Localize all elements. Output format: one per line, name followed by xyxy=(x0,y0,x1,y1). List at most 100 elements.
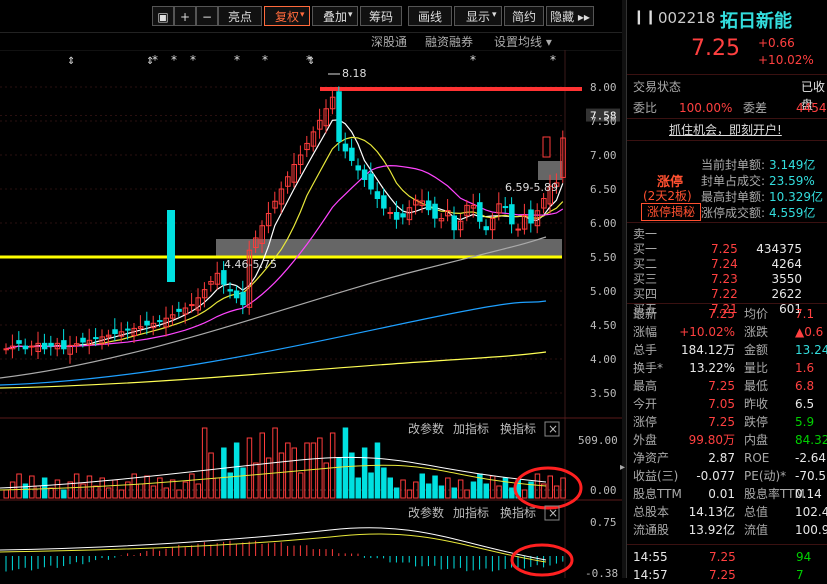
tick-time: 14:57 xyxy=(633,568,668,582)
candle xyxy=(425,200,432,211)
price-tick: 7.00 xyxy=(590,149,617,162)
stat-label: 净资产 xyxy=(633,451,670,465)
stat-value: 7.25 xyxy=(708,379,735,393)
volume-bar xyxy=(336,457,342,499)
trade-status-label: 交易状态 xyxy=(633,80,682,94)
macd-switch-indicator[interactable]: 换指标 xyxy=(500,505,536,520)
seal-label: 最高封单额: xyxy=(701,190,766,204)
stat-value: 2.87 xyxy=(708,451,735,465)
last-price: 7.25 xyxy=(691,36,740,61)
stat-value: 13.92亿 xyxy=(688,523,735,537)
seal-label: 当前封单额: xyxy=(701,158,766,172)
low-annotation: 4.46-5.75 xyxy=(224,258,277,271)
candle xyxy=(368,173,374,190)
link-ma-settings[interactable]: 设置均线 ▾ xyxy=(494,33,552,50)
volume-bar xyxy=(342,427,349,499)
volume-bar xyxy=(496,485,502,499)
candle xyxy=(477,202,483,222)
volume-bar xyxy=(425,483,432,499)
highlights-button[interactable]: 亮点 xyxy=(218,6,262,26)
volume-bar xyxy=(221,447,227,499)
macd-add-indicator[interactable]: 加指标 xyxy=(453,505,489,520)
volume-bar xyxy=(445,477,451,499)
candle xyxy=(16,340,22,344)
volume-bar xyxy=(361,447,368,499)
volume-bar xyxy=(80,483,86,499)
volume-bar xyxy=(54,479,61,499)
simple-button[interactable]: 简约 xyxy=(504,6,544,26)
link-shenzhen-connect[interactable]: 深股通 xyxy=(371,33,407,50)
stat-value: -0.077 xyxy=(696,469,735,483)
price-axis: 8.007.587.507.006.506.005.505.004.504.00… xyxy=(586,81,620,400)
star-marker: * xyxy=(190,53,196,67)
stat-value: +10.02% xyxy=(679,325,735,339)
stat-label: 总手 xyxy=(633,343,658,357)
stat-row: 最新 7.25 均价 7.1 xyxy=(633,305,827,323)
candlestick-chart[interactable]: 8.007.587.507.006.506.005.505.004.504.00… xyxy=(0,50,622,578)
star-marker: * xyxy=(234,53,240,67)
updown-marker: ⇕ xyxy=(67,56,75,67)
volume-bar xyxy=(144,475,150,499)
volume-bar xyxy=(509,487,515,499)
draw-line-button[interactable]: 画线 xyxy=(408,6,452,26)
vol-add-indicator[interactable]: 加指标 xyxy=(453,421,489,436)
updown-marker: ⇕ xyxy=(307,56,315,67)
ma5-line xyxy=(5,119,564,350)
volume-bar xyxy=(112,479,118,499)
price-tick: 6.00 xyxy=(590,217,617,230)
macd-edit-params[interactable]: 改参数 xyxy=(408,505,444,520)
stat-value: 7.25 xyxy=(708,415,735,429)
stat-row: 最高 7.25 最低 6.8 xyxy=(633,377,827,395)
candle xyxy=(3,348,9,351)
stat-row: 总股本 14.13亿 总值 102.4 xyxy=(633,503,827,521)
screenshot-icon[interactable]: ▣ xyxy=(152,6,174,26)
stat-value: 6.8 xyxy=(795,379,815,393)
tick-row: 14:57 7.25 7 xyxy=(633,566,827,584)
hide-button[interactable]: 隐藏 ▸▸ xyxy=(546,6,594,26)
volume-bar xyxy=(278,452,285,499)
volume-bar xyxy=(157,477,163,499)
stat-value: -2.64 xyxy=(795,451,827,465)
stat-value: 184.12万 xyxy=(681,343,735,357)
volume-bar xyxy=(208,452,214,499)
zoom-out-button[interactable]: − xyxy=(196,6,218,26)
stat-value: 7.05 xyxy=(708,397,735,411)
vol-switch-indicator[interactable]: 换指标 xyxy=(500,421,536,436)
volume-bar xyxy=(240,467,246,499)
order-label: 卖一 xyxy=(633,227,658,241)
open-account-link[interactable]: 抓住机会，即刻开户! xyxy=(669,121,782,138)
candle xyxy=(336,91,342,142)
candle xyxy=(80,337,86,343)
link-margin-trading[interactable]: 融资融券 xyxy=(425,33,473,50)
limit-reveal-button[interactable]: 涨停揭秘 xyxy=(641,203,701,221)
vol-edit-params[interactable]: 改参数 xyxy=(408,421,444,436)
price-tick: 6.50 xyxy=(590,183,617,196)
stat-value: 0.01 xyxy=(708,487,735,501)
candle xyxy=(29,345,35,348)
stat-value: 7.1 xyxy=(795,307,815,321)
volume-bar xyxy=(259,432,265,499)
candle xyxy=(451,215,457,231)
volume-bar xyxy=(137,483,144,499)
candle xyxy=(125,328,131,331)
order-label: 买三 xyxy=(633,272,658,286)
zoom-in-button[interactable]: + xyxy=(174,6,196,26)
panel-toggle-icon[interactable]: ❙❙ xyxy=(633,9,656,25)
star-marker: * xyxy=(171,53,177,67)
stat-label: 涨停 xyxy=(633,415,658,429)
order-ratio-value: 100.00% xyxy=(679,101,733,115)
stat-label: 流通股 xyxy=(633,523,670,537)
seal-label: 封单占成交: xyxy=(701,174,766,188)
volume-controls: 改参数 加指标 换指标 xyxy=(408,421,536,436)
volume-bar xyxy=(29,475,35,499)
volume-bar xyxy=(150,485,157,499)
chips-button[interactable]: 筹码 xyxy=(360,6,402,26)
candle xyxy=(483,226,489,231)
stat-label: 股息TTM xyxy=(633,487,682,501)
order-diff-value: 44541 xyxy=(796,101,827,115)
order-label: 买四 xyxy=(633,287,658,301)
updown-marker: ⇕ xyxy=(146,56,154,67)
volume-bar xyxy=(393,487,400,499)
collapse-arrow-icon[interactable]: ▸ xyxy=(620,462,625,473)
candle xyxy=(374,191,381,200)
